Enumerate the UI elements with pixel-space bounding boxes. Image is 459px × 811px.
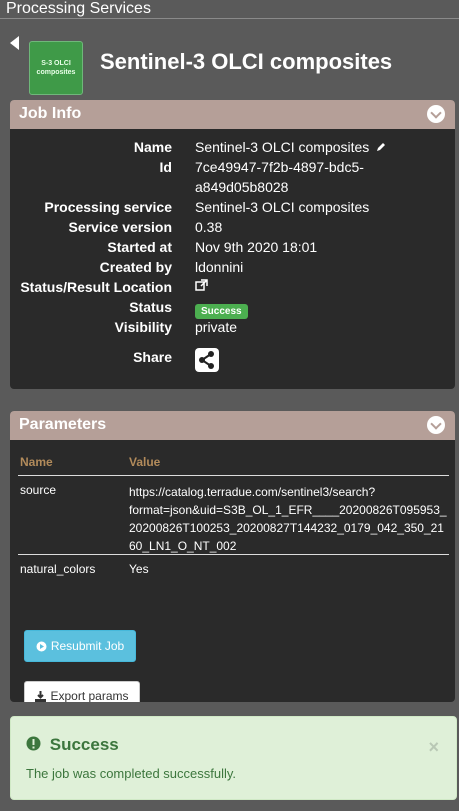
column-header-name: Name (20, 455, 53, 469)
parameters-header[interactable]: Parameters (10, 411, 455, 440)
param-value-line: format=json&uid=S3B_OL_1_EFR____20200826… (129, 503, 447, 517)
page-header: S-3 OLCI composites Sentinel-3 OLCI comp… (0, 19, 459, 95)
param-value-line: https://catalog.terradue.com/sentinel3/s… (129, 485, 376, 499)
chevron-down-icon[interactable] (427, 105, 445, 123)
job-info-panel: Job Info Name Sentinel-3 OLCI composites… (10, 100, 455, 389)
version-label: Service version (68, 219, 172, 235)
param-value-line: 60_LN1_O_NT_002 (129, 539, 237, 553)
external-link-icon[interactable] (195, 279, 208, 295)
location-row: Status/Result Location (10, 279, 455, 297)
resubmit-job-button[interactable]: Resubmit Job (24, 630, 136, 662)
page-title: Sentinel-3 OLCI composites (100, 49, 393, 74)
service-value: Sentinel-3 OLCI composites (195, 199, 370, 215)
logo-text-line1: S-3 OLCI (41, 60, 71, 67)
alert-message: The job was completed successfully. (26, 766, 237, 781)
name-value-text: Sentinel-3 OLCI composites (195, 139, 370, 155)
service-label: Processing service (44, 199, 172, 215)
id-value-line2: a849d05b8028 (195, 179, 289, 195)
name-row: Name Sentinel-3 OLCI composites (10, 139, 455, 157)
close-alert-button[interactable]: × (428, 737, 439, 758)
id-value-line1: 7ce49947-7f2b-4897-bdc5- (195, 159, 364, 175)
table-divider (18, 554, 449, 555)
logo-text-line2: composites (36, 69, 76, 76)
name-value: Sentinel-3 OLCI composites (195, 139, 386, 155)
id-row: Id 7ce49947-7f2b-4897-bdc5- a849d05b8028 (10, 159, 455, 197)
status-row: Status Success (10, 299, 455, 319)
alert-title: Success (49, 735, 119, 754)
job-info-header[interactable]: Job Info (10, 100, 455, 129)
column-header-value: Value (129, 455, 161, 469)
pencil-icon[interactable] (376, 142, 386, 152)
status-badge: Success (195, 304, 248, 319)
param-value-line: 20200826T100253_20200827T144232_0179_042… (129, 521, 444, 535)
back-arrow-icon[interactable] (10, 36, 19, 50)
resubmit-label: Resubmit Job (50, 639, 125, 653)
param-name-natural-colors: natural_colors (20, 562, 96, 576)
success-alert: Success The job was completed successful… (10, 716, 457, 800)
share-row: Share (10, 348, 455, 375)
visibility-row: Visibility private (10, 319, 455, 337)
name-label: Name (133, 139, 172, 155)
service-logo: S-3 OLCI composites (29, 41, 83, 95)
version-row: Service version 0.38 (10, 219, 455, 237)
table-divider (18, 475, 449, 476)
started-row: Started at Nov 9th 2020 18:01 (10, 239, 455, 257)
param-value-natural-colors: Yes (129, 562, 149, 576)
created-value: ldonnini (195, 259, 244, 275)
parameters-heading: Parameters (19, 416, 107, 433)
parameters-panel: Parameters Name Value source https://cat… (10, 411, 455, 702)
top-bar: Processing Services (0, 0, 459, 19)
version-value: 0.38 (195, 219, 223, 235)
chevron-down-icon[interactable] (427, 416, 445, 434)
param-name-source: source (20, 483, 57, 497)
visibility-value: private (195, 319, 238, 335)
service-row: Processing service Sentinel-3 OLCI compo… (10, 199, 455, 217)
download-icon (35, 690, 47, 702)
started-value: Nov 9th 2020 18:01 (195, 239, 318, 255)
status-value: Success (195, 301, 248, 319)
exclamation-circle-icon (26, 736, 41, 751)
external-link-svg (195, 279, 208, 291)
status-label: Status (129, 299, 172, 315)
param-value-source: https://catalog.terradue.com/sentinel3/s… (129, 483, 447, 555)
share-label: Share (133, 349, 172, 365)
share-icon[interactable] (195, 348, 219, 372)
location-label: Status/Result Location (20, 279, 172, 295)
export-params-button[interactable]: Export params (24, 681, 140, 702)
created-label: Created by (99, 259, 172, 275)
play-circle-icon (36, 641, 47, 651)
export-label: Export params (50, 689, 129, 702)
visibility-label: Visibility (114, 319, 172, 335)
alert-title-row: Success (26, 735, 119, 755)
job-info-heading: Job Info (19, 105, 82, 122)
id-label: Id (159, 159, 172, 175)
app-title: Processing Services (6, 0, 151, 17)
created-row: Created by ldonnini (10, 259, 455, 277)
started-label: Started at (107, 239, 172, 255)
share-svg (199, 351, 214, 369)
